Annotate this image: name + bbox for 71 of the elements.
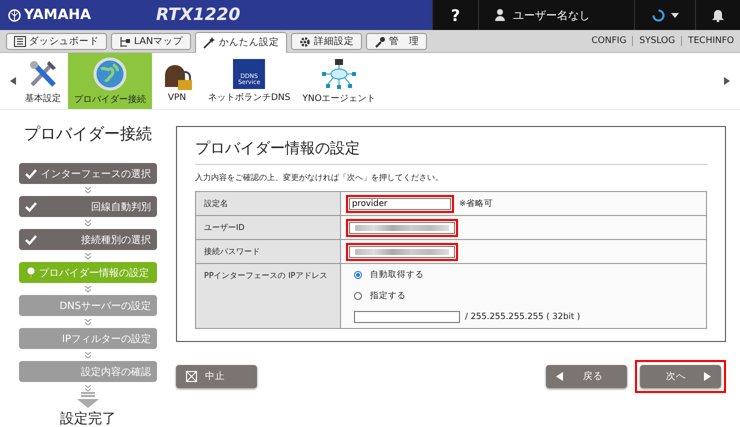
- feature-item[interactable]: プロバイダー接続: [68, 53, 152, 109]
- brand-logo: YAMAHA: [24, 7, 91, 23]
- chevron-down-icon: [84, 318, 92, 326]
- field-note: ※省略可: [459, 198, 494, 210]
- chevron-down-icon: [84, 352, 92, 358]
- nav-tab[interactable]: LANマップ: [111, 33, 192, 50]
- wizard-step: 回線自動判別: [19, 196, 157, 217]
- close-box-icon: [186, 371, 197, 382]
- tuning-fork-logo-icon: [8, 8, 21, 22]
- sidebar-title: プロバイダー接続: [24, 124, 152, 145]
- netmask-text: / 255.255.255.255 ( 32bit ): [465, 312, 580, 322]
- radio-label: 指定する: [370, 290, 406, 302]
- header-link[interactable]: SYSLOG: [632, 36, 682, 46]
- chevron-down-icon: [84, 384, 92, 392]
- check-icon: [25, 202, 37, 212]
- wizard-step: プロバイダー情報の設定: [19, 262, 157, 283]
- network-icon: [322, 58, 356, 90]
- nav-tab[interactable]: 詳細設定: [291, 33, 362, 50]
- form-title: プロバイダー情報の設定: [195, 139, 707, 165]
- final-step: 設定完了: [60, 410, 116, 427]
- caret-icon[interactable]: [670, 12, 678, 18]
- wizard-step: 接続種別の選択: [19, 229, 157, 250]
- scroll-left-icon[interactable]: [8, 77, 18, 85]
- left-triangle-icon: [556, 372, 563, 381]
- loading-spinner-icon: [652, 8, 664, 22]
- check-icon: [25, 168, 37, 178]
- globe-icon: [93, 56, 127, 90]
- chevron-down-icon: [84, 252, 92, 260]
- nav-tab[interactable]: かんたん設定: [195, 32, 288, 53]
- pin-icon: [27, 267, 35, 278]
- input-field[interactable]: provider: [349, 198, 451, 210]
- right-triangle-icon: [704, 372, 711, 381]
- blurred-input-field[interactable]: [349, 246, 455, 258]
- radio-button[interactable]: [354, 292, 362, 300]
- header-link[interactable]: TECHINFO: [681, 36, 740, 46]
- down-arrow-icon: [77, 392, 99, 408]
- cancel-button[interactable]: 中止: [176, 365, 257, 388]
- chevron-down-icon: [84, 220, 92, 226]
- feature-item[interactable]: VPN: [152, 53, 202, 109]
- user-name: ユーザー名なし: [513, 8, 590, 22]
- row-label: 設定名: [196, 192, 341, 215]
- row-label: 接続パスワード: [196, 240, 341, 263]
- back-button[interactable]: 戻る: [546, 365, 627, 388]
- wizard-step: DNSサーバーの設定: [19, 295, 157, 316]
- header-link[interactable]: CONFIG: [586, 36, 632, 46]
- feature-item[interactable]: YNOエージェント: [296, 53, 382, 109]
- wand-icon: [203, 36, 216, 49]
- feature-item[interactable]: 基本設定: [18, 53, 68, 109]
- dashboard-icon: [14, 36, 26, 47]
- model-name: RTX1220: [156, 5, 240, 25]
- scroll-right-icon[interactable]: [722, 77, 732, 85]
- tree-icon: [119, 36, 131, 48]
- user-icon: [495, 9, 505, 21]
- chevron-down-icon: [84, 186, 92, 194]
- wizard-step: 設定内容の確認: [19, 361, 157, 382]
- nav-tab[interactable]: ダッシュボード: [6, 33, 107, 50]
- radio-label: 自動取得する: [370, 269, 424, 281]
- wizard-step: IPフィルターの設定: [19, 328, 157, 349]
- row-label: PPインターフェースの IPアドレス: [196, 264, 341, 328]
- ip-address-field[interactable]: [354, 311, 460, 323]
- row-label: ユーザーID: [196, 216, 341, 239]
- chevron-down-icon: [84, 286, 92, 292]
- gear-icon: [299, 36, 312, 48]
- blurred-input-field[interactable]: [349, 222, 455, 234]
- nav-tab[interactable]: 管 理: [366, 33, 428, 50]
- next-button[interactable]: 次へ: [640, 365, 721, 388]
- radio-button[interactable]: [354, 271, 362, 279]
- check-icon: [25, 234, 37, 244]
- wizard-step: インターフェースの選択: [19, 163, 157, 184]
- instruction-text: 入力内容をご確認の上、変更がなければ「次へ」を押してください。: [195, 172, 444, 183]
- bell-icon[interactable]: [712, 8, 724, 22]
